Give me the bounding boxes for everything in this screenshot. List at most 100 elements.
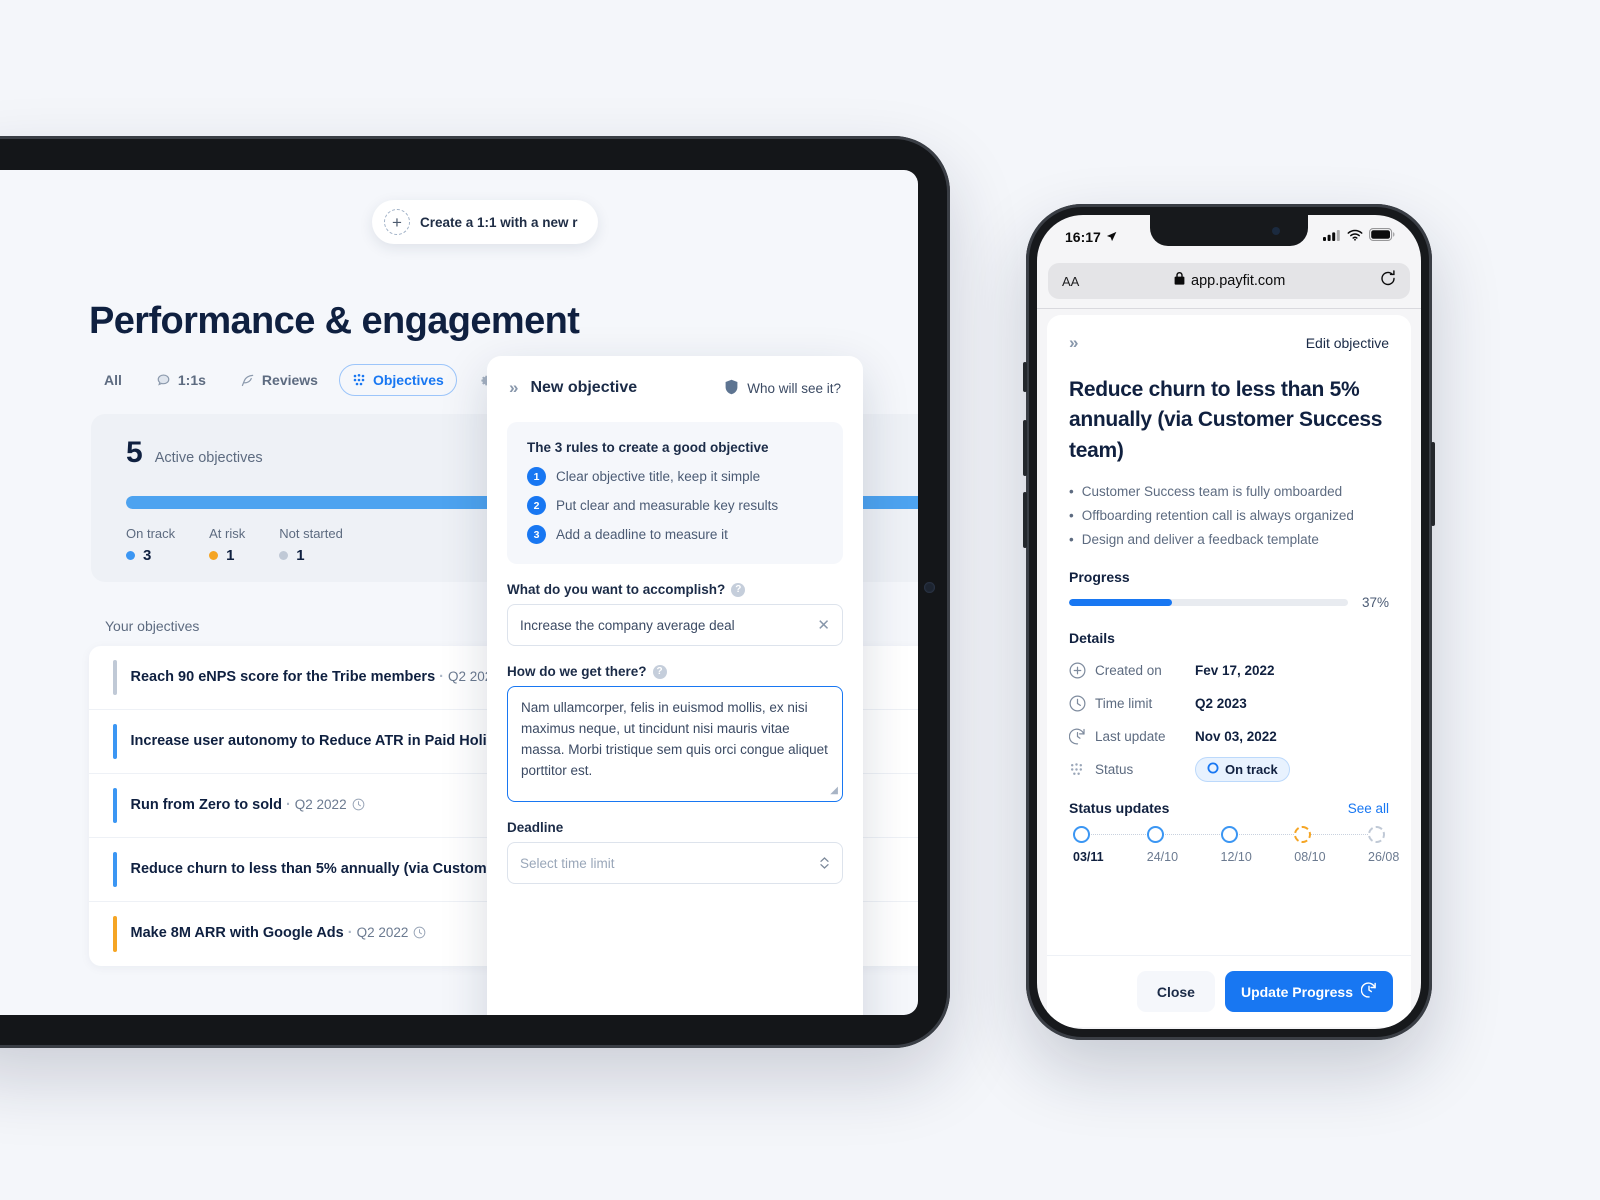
text-size-button[interactable]: AAAA <box>1062 274 1079 289</box>
rule-text: Clear objective title, keep it simple <box>556 469 761 484</box>
timeline-dot[interactable] <box>1146 826 1164 844</box>
tablet-camera-icon <box>924 582 935 593</box>
help-icon[interactable]: ? <box>731 582 746 597</box>
detail-created-on: Created on Fev 17, 2022 <box>1069 654 1389 687</box>
tab-all[interactable]: All <box>91 364 135 396</box>
timeline-dot[interactable] <box>1368 826 1385 844</box>
key-results-list: • Customer Success team is fully omboarde… <box>1047 466 1411 551</box>
rule-text: Put clear and measurable key results <box>556 498 779 513</box>
deadline-select[interactable]: Select time limit <box>507 842 843 884</box>
objective-status-bar <box>113 660 117 695</box>
see-all-button[interactable]: See all <box>1348 801 1389 816</box>
browser-divider <box>1037 308 1421 309</box>
tablet-device: + Create a 1:1 with a new r Performance … <box>0 136 950 1048</box>
legend-at-risk-value: 1 <box>226 547 235 564</box>
legend-on-track-value: 3 <box>143 547 152 564</box>
volume-down-button[interactable] <box>1023 492 1027 548</box>
active-objectives-count: 5 Active objectives <box>126 436 263 470</box>
url-display: app.payfit.com <box>1079 272 1380 290</box>
progress-track <box>1069 599 1348 607</box>
status-bar-indicators <box>1323 228 1395 246</box>
objective-separator: · <box>439 668 444 685</box>
your-objectives-heading: Your objectives <box>105 618 200 634</box>
status-updates-label: Status updates <box>1069 800 1170 817</box>
timeline-date-label: 24/10 <box>1146 850 1179 865</box>
detail-created-on-value: Fev 17, 2022 <box>1195 663 1275 679</box>
key-result-text: Customer Success team is fully omboarded <box>1081 484 1343 500</box>
who-will-see-it-button[interactable]: Who will see it? <box>724 379 841 398</box>
collapse-chevrons-icon[interactable]: » <box>509 378 519 398</box>
resize-grip-icon[interactable]: ◢ <box>830 783 838 799</box>
battery-icon <box>1369 228 1395 246</box>
detail-created-on-label: Created on <box>1095 663 1162 679</box>
objective-separator: · <box>347 925 353 942</box>
field-how-label-row: How do we get there? ? <box>507 664 843 679</box>
timeline-dot[interactable] <box>1294 826 1312 844</box>
key-results-textarea[interactable]: Nam ullamcorper, felis in euismod mollis… <box>507 686 843 802</box>
reload-icon[interactable] <box>1380 270 1396 292</box>
legend-not-started-label: Not started <box>279 526 343 541</box>
status-updates-timeline: 03/11 24/10 12/10 08/10 26/08 <box>1047 816 1411 864</box>
status-bar-time: 16:17 <box>1065 229 1101 245</box>
create-one-on-one-button[interactable]: + Create a 1:1 with a new r <box>372 200 598 244</box>
tab-1-1s[interactable]: 1:1s <box>143 364 219 396</box>
deadline-placeholder: Select time limit <box>520 855 615 871</box>
objective-detail-sheet: » Edit objective Reduce churn to less th… <box>1047 315 1411 1027</box>
detail-status-label: Status <box>1095 762 1134 778</box>
bullet-icon: • <box>1069 507 1074 523</box>
lock-icon <box>1174 272 1185 290</box>
create-one-on-one-label: Create a 1:1 with a new r <box>420 214 578 230</box>
detail-time-limit-label: Time limit <box>1095 696 1153 712</box>
timeline-date-label: 26/08 <box>1368 850 1400 865</box>
timeline-dot[interactable] <box>1220 826 1238 844</box>
timeline-date-label: 08/10 <box>1294 850 1326 865</box>
objective-status-bar <box>113 852 117 887</box>
update-progress-label: Update Progress <box>1240 983 1353 1000</box>
front-camera-icon <box>1272 227 1280 235</box>
status-legend: On track 3 At risk 1 Not started 1 <box>126 526 343 564</box>
objective-period: Q2 2022 <box>356 925 409 941</box>
dots-grid-icon <box>1069 762 1095 777</box>
status-circle-icon <box>1207 762 1219 777</box>
phone-close-button[interactable]: Close <box>1136 971 1215 1012</box>
modal-title: New objective <box>530 379 638 396</box>
rule-item: 1 Clear objective title, keep it simple <box>527 467 823 486</box>
update-progress-button[interactable]: Update Progress <box>1224 971 1393 1012</box>
legend-at-risk: At risk 1 <box>209 526 245 564</box>
clear-icon[interactable]: ✕ <box>817 616 830 634</box>
edit-objective-button[interactable]: Edit objective <box>1306 335 1389 351</box>
collapse-chevrons-icon[interactable]: » <box>1069 333 1079 353</box>
url-text: app.payfit.com <box>1191 273 1286 289</box>
detail-time-limit-value: Q2 2023 <box>1195 696 1247 712</box>
refresh-clock-icon <box>1360 982 1377 1001</box>
rules-title: The 3 rules to create a good objective <box>527 440 769 455</box>
key-result-item: • Design and deliver a feedback template <box>1069 528 1389 552</box>
help-icon[interactable]: ? <box>652 664 667 679</box>
tab-objectives-label: Objectives <box>372 372 444 388</box>
detail-last-update: Last update Nov 03, 2022 <box>1069 720 1389 753</box>
objective-title: Reduce churn to less than 5% annually (v… <box>1069 378 1383 462</box>
objective-period: Q2 2022 <box>294 796 347 812</box>
feather-icon <box>240 373 255 388</box>
timeline-dots <box>1073 826 1385 844</box>
tab-objectives[interactable]: Objectives <box>338 364 457 396</box>
detail-status: Status On track <box>1069 753 1389 786</box>
key-result-item: • Customer Success team is fully omboarde… <box>1069 480 1389 504</box>
tab-reviews[interactable]: Reviews <box>227 364 331 396</box>
key-results-value: Nam ullamcorper, felis in euismod mollis… <box>521 700 828 778</box>
chat-icon <box>156 373 171 388</box>
browser-address-bar[interactable]: AAAA app.payfit.com <box>1048 263 1410 299</box>
detail-last-update-label: Last update <box>1095 729 1166 745</box>
timeline-dot[interactable] <box>1073 826 1090 844</box>
mute-switch[interactable] <box>1023 362 1027 392</box>
power-button[interactable] <box>1431 442 1435 526</box>
bullet-icon: • <box>1069 484 1074 500</box>
legend-on-track: On track 3 <box>126 526 175 564</box>
objective-title-input[interactable]: Increase the company average deal ✕ <box>507 604 843 646</box>
field-accomplish-label-row: What do you want to accomplish? ? <box>507 582 843 597</box>
field-accomplish: What do you want to accomplish? ? Increa… <box>507 582 843 646</box>
clock-icon <box>1069 695 1095 712</box>
stepper-chevrons-icon[interactable] <box>819 855 830 871</box>
volume-up-button[interactable] <box>1023 420 1027 476</box>
objective-title-value: Increase the company average deal <box>520 617 735 633</box>
